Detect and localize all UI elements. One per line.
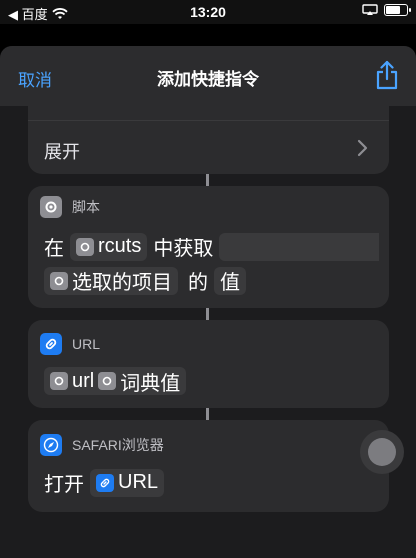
status-time: 13:20	[190, 4, 226, 20]
status-right	[362, 4, 411, 16]
script-action-header: 脚本	[40, 196, 100, 218]
gear-icon	[50, 372, 68, 390]
previous-action-card[interactable]	[28, 106, 389, 174]
page-title: 添加快捷指令	[157, 70, 259, 89]
assistive-touch-button[interactable]	[360, 430, 404, 474]
url-header-label: URL	[72, 336, 101, 352]
safari-line: 打开 URL	[44, 468, 165, 497]
nav-bar: 取消 添加快捷指令	[0, 46, 416, 106]
script-line-1: 在 rcuts 中获取	[44, 232, 380, 261]
url-variable-token[interactable]: url 词典值	[44, 367, 187, 395]
script-line-2: 选取的项目 的 值	[44, 266, 246, 295]
gear-icon	[76, 237, 94, 256]
dictionary-value-label: 词典值	[120, 372, 181, 395]
gear-icon	[50, 271, 68, 290]
variable-token-label: 选取的项目	[72, 272, 172, 294]
url-token-label: url	[72, 369, 95, 392]
variable-token-shortcuts[interactable]: rcuts	[70, 232, 148, 261]
variable-token-selected-item[interactable]: 选取的项目	[44, 266, 178, 295]
script-prefix: 在	[44, 238, 64, 260]
flow-connector	[206, 408, 209, 420]
gear-icon	[98, 372, 117, 390]
script-header-label: 脚本	[72, 199, 100, 215]
gear-icon	[40, 196, 62, 218]
variable-token-label: rcuts	[98, 235, 142, 257]
divider	[28, 120, 389, 121]
script-suffix: 中获取	[153, 238, 214, 260]
link-icon	[40, 333, 62, 355]
share-icon[interactable]	[374, 60, 400, 90]
chevron-right-icon[interactable]	[356, 138, 370, 158]
screen-mirroring-icon	[362, 4, 378, 15]
flow-connector	[206, 174, 209, 186]
value-token[interactable]: 值	[214, 266, 246, 295]
status-bar: ◀ 百度 13:20	[0, 0, 416, 24]
url-line: url 词典值	[44, 367, 187, 395]
script-middle: 的	[188, 272, 208, 294]
safari-header-label: SAFARI浏览器	[72, 437, 164, 453]
expand-row-label[interactable]: 展开	[44, 138, 80, 164]
compass-icon	[40, 434, 62, 456]
link-icon	[96, 473, 114, 492]
safari-verb: 打开	[44, 474, 84, 496]
safari-action-header: SAFARI浏览器	[40, 434, 164, 456]
battery-icon	[384, 4, 411, 16]
url-token[interactable]: URL	[90, 468, 165, 497]
url-action-header: URL	[40, 333, 100, 355]
url-token-label: URL	[118, 471, 159, 493]
flow-connector	[206, 308, 209, 320]
key-input-field[interactable]	[219, 232, 380, 261]
